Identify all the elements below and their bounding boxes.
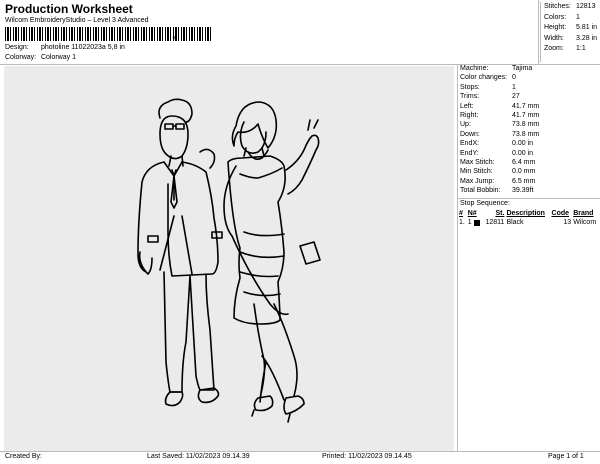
stat-height: Height: 5.81 in — [544, 24, 598, 31]
design-stats: Stitches: 12813 Colors: 1 Height: 5.81 in W… — [540, 2, 598, 62]
footer-divider — [0, 451, 600, 452]
info-stops: Stops: 1 — [460, 83, 516, 91]
barcode-mark: , — [172, 27, 176, 41]
software-subtitle: Wilcom EmbroideryStudio – Level 3 Advanc… — [5, 17, 149, 24]
col-num: # — [459, 210, 463, 218]
colorway-label: Colorway: — [5, 54, 37, 61]
info-trims: Trims: 27 — [460, 93, 520, 101]
info-up: Up: 73.8 mm — [460, 121, 540, 129]
woman-heel-left — [251, 395, 274, 417]
woman-dress — [227, 155, 286, 325]
stat-zoom: Zoom: 1:1 — [544, 45, 586, 52]
stop-sequence-table: # N# St. Description Code Brand 1. 1 128… — [458, 209, 600, 227]
man-glasses — [164, 123, 185, 130]
woman-heel-right — [283, 395, 305, 423]
row-n: 1 — [467, 218, 482, 227]
col-description: Description — [506, 210, 545, 218]
info-left: Left: 41.7 mm — [460, 102, 540, 110]
page-title: Production Worksheet — [5, 2, 133, 16]
table-row: 1. 1 12811 Black 13 Wilcom — [458, 218, 600, 227]
row-st: 12811 — [485, 219, 505, 227]
info-right: Right: 41.7 mm — [460, 111, 540, 119]
color-swatch — [473, 219, 480, 226]
production-worksheet: Production Worksheet Wilcom EmbroiderySt… — [0, 0, 600, 464]
man-head — [159, 115, 189, 160]
info-max-jump: Max Jump: 6.5 mm — [460, 177, 536, 185]
woman-clutch — [299, 241, 321, 265]
header-divider-vertical — [538, 0, 539, 64]
info-endx: EndX: 0.00 in — [460, 140, 534, 148]
row-num: 1. — [459, 219, 465, 227]
colorway-value: Colorway 1 — [40, 54, 76, 61]
man-shoe-left — [164, 391, 184, 407]
info-color-changes: Color changes: 0 — [460, 74, 516, 82]
woman-legs — [253, 303, 298, 403]
info-down: Down: 73.8 mm — [460, 130, 540, 138]
man-trousers — [163, 271, 215, 393]
col-brand: Brand — [573, 210, 594, 218]
man-hand-shoulder — [199, 148, 216, 169]
last-saved: Last Saved: 11/02/2023 09.14.39 — [147, 453, 250, 460]
col-code: Code — [551, 210, 570, 218]
stat-width: Width: 3.28 in — [544, 34, 598, 42]
machine-details: Machine: Tajima Color changes: 0 Stops: 1 T… — [458, 64, 600, 195]
info-min-stitch: Min Stitch: 0.0 mm — [460, 168, 536, 176]
man-jacket — [137, 161, 219, 277]
stat-colors: Colors: 1 — [544, 13, 580, 21]
design-label: Design: — [5, 44, 29, 51]
machine-info-panel: Machine: Tajima Color changes: 0 Stops: 1 T… — [457, 64, 600, 451]
woman-arm-raised — [285, 134, 320, 195]
stop-sequence-header: # N# St. Description Code Brand — [458, 209, 600, 218]
col-n: N# — [467, 210, 477, 218]
printed-date: Printed: 11/02/2023 09.14.45 — [322, 453, 412, 460]
info-total-bobbin: Total Bobbin: 39.39ft — [460, 187, 534, 195]
design-value: photoline 11022023a 5,8 in — [40, 44, 125, 51]
info-endy: EndY: 0.00 in — [460, 149, 534, 157]
col-st: St. — [495, 210, 505, 218]
stat-stitches: Stitches: 12813 — [544, 3, 596, 10]
row-code: 13 — [563, 219, 572, 227]
barcode — [5, 27, 213, 41]
colorway-row: Colorway: Colorway 1 — [5, 54, 76, 61]
design-row: Design: photoline 11022023a 5,8 in — [5, 44, 125, 51]
info-max-stitch: Max Stitch: 6.4 mm — [460, 158, 536, 166]
woman-hair — [231, 101, 278, 149]
row-description: Black — [506, 219, 524, 227]
created-by: Created By: — [5, 453, 42, 460]
page-number: Page 1 of 1 — [548, 453, 584, 460]
stop-sequence-title: Stop Sequence: — [458, 198, 600, 209]
embroidery-drawing — [137, 98, 321, 423]
row-brand: Wilcom — [573, 219, 597, 227]
design-preview — [4, 66, 454, 451]
info-machine: Machine: Tajima — [460, 65, 533, 72]
